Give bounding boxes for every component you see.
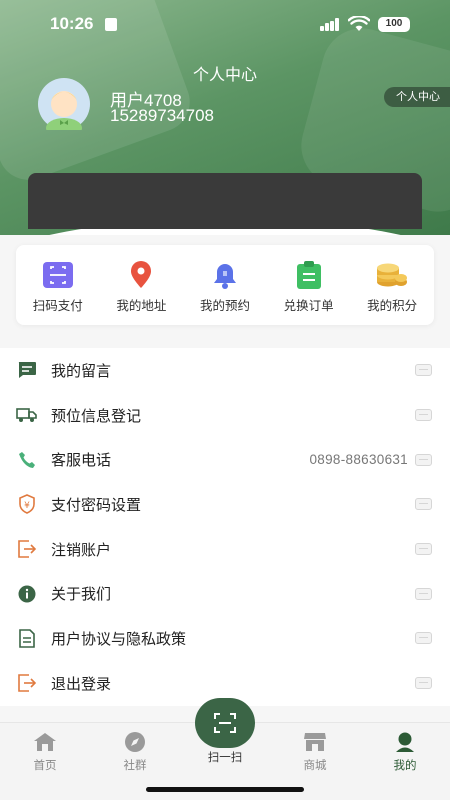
menu-item-payment-password[interactable]: ¥ 支付密码设置	[0, 482, 450, 527]
quick-action-points[interactable]: 我的积分	[350, 245, 434, 325]
quick-action-scan-pay[interactable]: 扫码支付	[16, 245, 100, 325]
scan-pay-icon	[42, 261, 74, 289]
quick-action-address[interactable]: 我的地址	[100, 245, 184, 325]
logout-box-icon	[16, 539, 38, 559]
tab-label: 首页	[33, 760, 57, 772]
menu-item-label: 预位信息登记	[51, 407, 142, 425]
wifi-icon	[348, 16, 370, 31]
quick-action-booking[interactable]: 我的预约	[183, 245, 267, 325]
tab-store[interactable]: 商城	[285, 731, 345, 773]
chevron-right-icon	[415, 632, 432, 645]
scan-icon	[214, 713, 236, 733]
battery-icon: 100	[378, 17, 410, 32]
profile-center-badge[interactable]: 个人中心	[384, 87, 450, 107]
signal-icon	[320, 18, 340, 31]
tab-community[interactable]: 社群	[105, 731, 165, 773]
menu-item-registration[interactable]: 预位信息登记	[0, 393, 450, 438]
message-icon	[16, 360, 38, 380]
menu-item-customer-service[interactable]: 客服电话 0898-88630631	[0, 437, 450, 482]
quick-actions: 扫码支付 我的地址 我的预约 兑换订单 我的积分	[16, 245, 434, 325]
user-icon	[375, 731, 435, 753]
chevron-right-icon	[415, 409, 432, 422]
quick-action-label: 我的积分	[367, 299, 418, 313]
tab-mine[interactable]: 我的	[375, 731, 435, 773]
menu-item-label: 我的留言	[51, 362, 112, 380]
member-card[interactable]	[28, 173, 422, 229]
phone-number: 15289734708	[110, 106, 215, 125]
quick-action-exchange-orders[interactable]: 兑换订单	[267, 245, 351, 325]
chevron-right-icon	[415, 587, 432, 600]
menu-item-my-messages[interactable]: 我的留言	[0, 348, 450, 393]
tab-label: 我的	[393, 760, 417, 772]
bell-icon	[209, 261, 241, 289]
menu-item-label: 客服电话	[51, 452, 112, 470]
menu-item-label: 支付密码设置	[51, 496, 142, 514]
exit-icon	[16, 673, 38, 693]
truck-icon	[16, 405, 38, 425]
coins-icon	[376, 261, 408, 289]
status-time: 10:26	[50, 14, 94, 33]
menu-item-label: 关于我们	[51, 586, 112, 604]
quick-action-label: 我的预约	[199, 299, 250, 313]
tab-label: 商城	[303, 760, 327, 772]
clipboard-icon	[293, 261, 325, 289]
tab-home[interactable]: 首页	[15, 731, 75, 773]
phone-icon	[16, 450, 38, 470]
service-phone-number[interactable]: 0898-88630631	[310, 452, 409, 467]
settings-menu: 我的留言 预位信息登记 客服电话 0898-88630631 ¥ 支付密码设置 …	[0, 348, 450, 706]
sim-card-icon	[105, 18, 117, 31]
menu-item-about-us[interactable]: 关于我们	[0, 571, 450, 616]
shield-yuan-icon: ¥	[16, 494, 38, 515]
menu-item-label: 注销账户	[51, 541, 112, 559]
menu-item-label: 用户协议与隐私政策	[51, 630, 187, 648]
location-pin-icon	[125, 261, 157, 289]
chevron-right-icon	[415, 453, 432, 466]
quick-action-label: 我的地址	[116, 299, 167, 313]
store-icon	[285, 731, 345, 753]
tab-label: 社群	[123, 760, 147, 772]
info-icon	[16, 584, 38, 604]
chevron-right-icon	[415, 543, 432, 556]
chevron-right-icon	[415, 364, 432, 377]
chevron-right-icon	[415, 677, 432, 690]
scan-button[interactable]	[195, 698, 255, 748]
menu-item-delete-account[interactable]: 注销账户	[0, 527, 450, 572]
quick-action-label: 扫码支付	[32, 299, 83, 313]
chevron-right-icon	[415, 498, 432, 511]
compass-icon	[105, 731, 165, 753]
svg-text:¥: ¥	[24, 501, 30, 511]
scan-label: 扫一扫	[207, 752, 243, 764]
menu-item-label: 退出登录	[51, 675, 112, 693]
document-icon	[16, 628, 38, 648]
home-indicator	[146, 787, 304, 792]
menu-item-agreement-privacy[interactable]: 用户协议与隐私政策	[0, 616, 450, 661]
avatar[interactable]	[32, 78, 96, 130]
quick-action-label: 兑换订单	[283, 299, 334, 313]
status-bar: 10:26 100	[0, 0, 450, 50]
home-icon	[15, 731, 75, 753]
